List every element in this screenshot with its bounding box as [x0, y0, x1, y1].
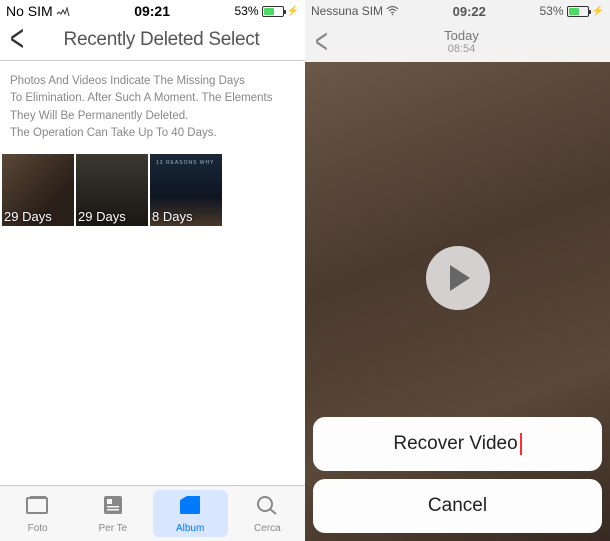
- play-button[interactable]: [426, 246, 490, 310]
- media-thumbnail[interactable]: 13 REASONS WHY 8 Days: [150, 154, 222, 226]
- status-bar: Nessuna SIM 09:22 53% ⚡: [305, 0, 610, 22]
- status-bar: No SIM 09:21 53% ⚡: [0, 0, 305, 22]
- battery-percent: 53%: [540, 4, 564, 18]
- tab-cerca[interactable]: Cerca: [230, 486, 305, 541]
- play-icon: [450, 265, 470, 291]
- days-remaining-label: 8 Days: [152, 209, 192, 224]
- tab-label: Foto: [28, 523, 48, 534]
- battery-icon: [262, 6, 284, 17]
- photos-icon: [25, 494, 51, 521]
- back-button[interactable]: <: [10, 21, 30, 59]
- button-label: Cancel: [428, 495, 487, 517]
- days-remaining-label: 29 Days: [78, 209, 126, 224]
- signal-icon: [56, 3, 70, 19]
- tab-foto[interactable]: Foto: [0, 486, 75, 541]
- search-icon: [254, 494, 280, 521]
- tab-label: Album: [176, 523, 204, 534]
- tab-label: Per Te: [99, 523, 128, 534]
- battery-icon: [567, 6, 589, 17]
- foryou-icon: [100, 494, 126, 521]
- status-time: 09:21: [134, 3, 170, 19]
- page-title: Recently Deleted Select: [38, 29, 295, 51]
- battery-percent: 53%: [235, 4, 259, 18]
- thumbnail-row: 29 Days 29 Days 13 REASONS WHY 8 Days: [0, 154, 305, 226]
- nav-header: < Recently Deleted Select: [0, 22, 305, 61]
- tab-perte[interactable]: Per Te: [75, 486, 150, 541]
- album-icon: [177, 494, 203, 521]
- info-line: Photos And Videos Indicate The Missing D…: [10, 73, 295, 90]
- carrier-label: No SIM: [6, 3, 53, 19]
- back-button[interactable]: <: [315, 24, 335, 59]
- info-line: To Elimination. After Such A Moment. The…: [10, 90, 295, 107]
- detail-subtitle: 08:54: [343, 43, 580, 56]
- nav-header: < Today 08:54: [305, 22, 610, 62]
- tab-album[interactable]: Album: [153, 490, 228, 537]
- tab-bar: Foto Per Te Album Cerca: [0, 485, 305, 541]
- charging-icon: ⚡: [287, 6, 299, 17]
- info-text: Photos And Videos Indicate The Missing D…: [0, 61, 305, 154]
- days-remaining-label: 29 Days: [4, 209, 52, 224]
- info-line: They Will Be Permanently Deleted.: [10, 108, 295, 125]
- detail-title: Today: [343, 28, 580, 44]
- media-thumbnail[interactable]: 29 Days: [2, 154, 74, 226]
- media-thumbnail[interactable]: 29 Days: [76, 154, 148, 226]
- recently-deleted-screen: No SIM 09:21 53% ⚡ < Recently Deleted Se…: [0, 0, 305, 541]
- button-label: Recover Video: [393, 433, 517, 455]
- action-sheet: Recover Video Cancel: [313, 409, 602, 533]
- recover-video-button[interactable]: Recover Video: [313, 417, 602, 471]
- status-time: 09:22: [453, 4, 486, 19]
- info-line: The Operation Can Take Up To 40 Days.: [10, 125, 295, 142]
- poster-text: 13 REASONS WHY: [156, 160, 214, 166]
- charging-icon: ⚡: [592, 6, 604, 17]
- video-detail-screen: Nessuna SIM 09:22 53% ⚡ < Today 08:54 Re…: [305, 0, 610, 541]
- tab-label: Cerca: [254, 523, 281, 534]
- cancel-button[interactable]: Cancel: [313, 479, 602, 533]
- carrier-label: Nessuna SIM: [311, 4, 383, 18]
- wifi-icon: [386, 3, 399, 19]
